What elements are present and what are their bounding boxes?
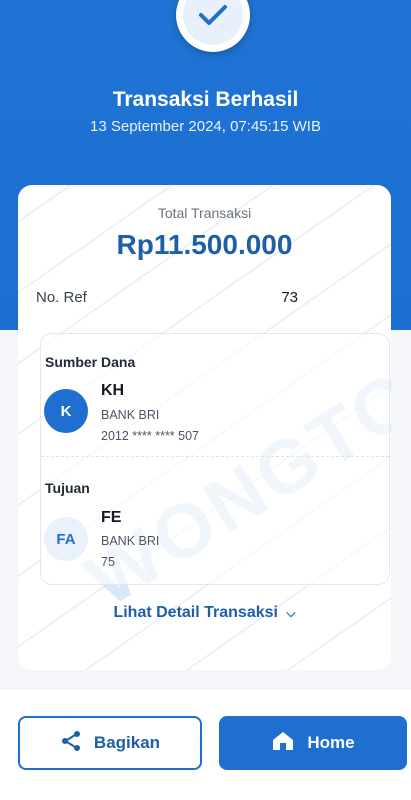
transaction-datetime: 13 September 2024, 07:45:15 WIB	[90, 118, 321, 135]
page-title: Transaksi Berhasil	[112, 88, 299, 111]
share-button[interactable]: Bagikan	[18, 716, 202, 770]
share-button-label: Bagikan	[93, 733, 161, 752]
home-icon	[271, 730, 295, 757]
receipt-card: WONGTOTO Total Transaksi Rp11.500.000 No…	[18, 185, 391, 670]
bottom-action-bar: Bagikan Home	[0, 690, 411, 800]
destination-title: Tujuan	[45, 480, 90, 496]
destination-name: FE	[101, 509, 122, 526]
chevron-down-icon: ⌵	[286, 606, 296, 620]
view-transaction-detail-link[interactable]: Lihat Detail Transaksi ⌵	[18, 604, 391, 622]
source-name: KH	[101, 382, 125, 399]
destination-bank: BANK BRI	[101, 534, 160, 548]
ref-value: 73	[281, 289, 298, 306]
ref-label: No. Ref	[36, 289, 87, 306]
total-label: Total Transaksi	[157, 205, 252, 221]
detail-link-label: Lihat Detail Transaksi	[113, 604, 278, 621]
source-account: 2012 **** **** 507	[101, 429, 199, 443]
total-amount: Rp11.500.000	[116, 229, 293, 260]
check-icon	[183, 0, 243, 45]
home-button[interactable]: Home	[219, 716, 407, 770]
source-title: Sumber Dana	[45, 354, 136, 370]
source-avatar: K	[44, 389, 88, 433]
destination-avatar: FA	[44, 517, 88, 561]
share-icon	[60, 730, 82, 757]
section-divider	[41, 456, 389, 457]
home-button-label: Home	[307, 733, 355, 752]
transfer-details-box: Sumber Dana K KH BANK BRI 2012 **** ****…	[40, 333, 390, 585]
destination-account: 75	[101, 555, 115, 569]
source-bank: BANK BRI	[101, 408, 160, 422]
